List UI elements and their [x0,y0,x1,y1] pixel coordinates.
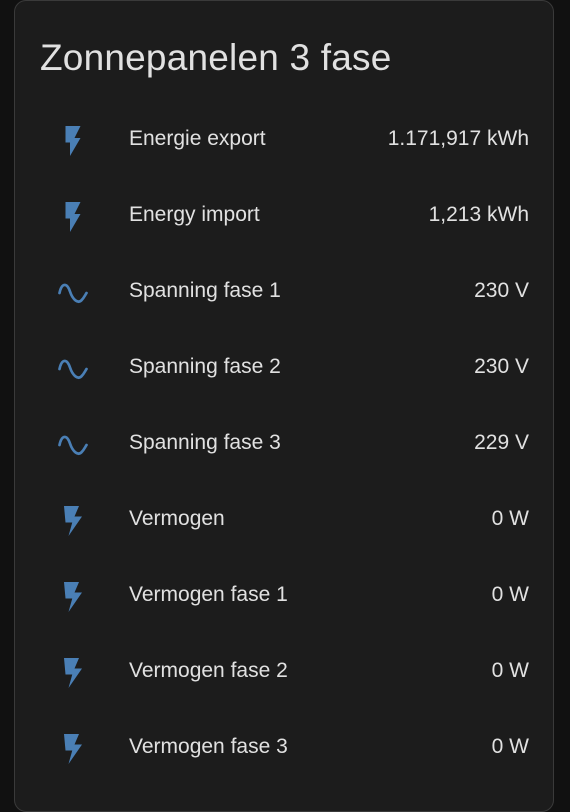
power-bolt-icon [53,653,93,693]
entity-row-vermogen-fase-3[interactable]: Vermogen fase 3 0 W [15,711,553,787]
entity-name: Spanning fase 1 [129,279,281,302]
entity-state: 0 W [491,583,529,606]
entity-row-spanning-fase-2[interactable]: Spanning fase 2 230 V [15,331,553,407]
entity-state: 230 V [474,279,529,302]
power-bolt-icon [53,729,93,769]
entity-row-energy-import[interactable]: Energy import 1,213 kWh [15,179,553,255]
entity-list: Energie export 1.171,917 kWh Energy impo… [15,103,553,787]
entity-name: Vermogen fase 1 [129,583,288,606]
entity-name: Spanning fase 3 [129,431,281,454]
entities-card: Zonnepanelen 3 fase Energie export 1.171… [14,0,554,812]
entity-state: 0 W [491,507,529,530]
entity-state: 0 W [491,735,529,758]
entity-name: Vermogen [129,507,225,530]
entity-state: 1.171,917 kWh [387,127,529,150]
power-bolt-icon [53,577,93,617]
entity-name: Vermogen fase 3 [129,735,288,758]
sine-wave-icon [53,425,93,465]
entity-name: Vermogen fase 2 [129,659,288,682]
entity-state: 229 V [474,431,529,454]
sine-wave-icon [53,273,93,313]
entity-row-vermogen-fase-1[interactable]: Vermogen fase 1 0 W [15,559,553,635]
entity-row-spanning-fase-1[interactable]: Spanning fase 1 230 V [15,255,553,331]
power-bolt-icon [53,501,93,541]
entity-name: Energy import [129,203,260,226]
entity-state: 230 V [474,355,529,378]
flash-icon [53,121,93,161]
entity-state: 0 W [491,659,529,682]
entity-name: Energie export [129,127,266,150]
card-title: Zonnepanelen 3 fase [40,37,392,78]
entity-name: Spanning fase 2 [129,355,281,378]
sine-wave-icon [53,349,93,389]
flash-icon [53,197,93,237]
entity-row-vermogen-fase-2[interactable]: Vermogen fase 2 0 W [15,635,553,711]
entity-row-energie-export[interactable]: Energie export 1.171,917 kWh [15,103,553,179]
entity-state: 1,213 kWh [428,203,529,226]
entity-row-spanning-fase-3[interactable]: Spanning fase 3 229 V [15,407,553,483]
entity-row-vermogen[interactable]: Vermogen 0 W [15,483,553,559]
